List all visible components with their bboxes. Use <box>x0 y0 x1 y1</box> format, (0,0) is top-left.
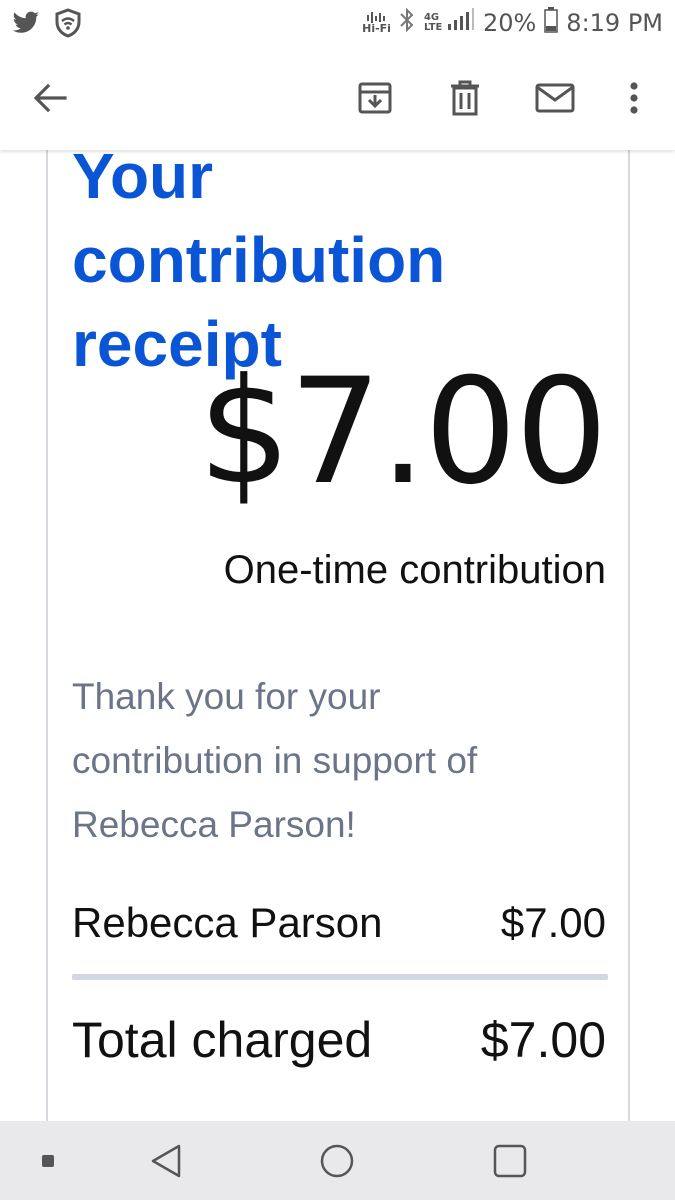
line-item-amount: $7.00 <box>500 899 606 946</box>
system-nav-bar <box>0 1121 675 1200</box>
mail-icon[interactable] <box>531 74 579 122</box>
battery-icon <box>544 7 559 38</box>
contribution-amount: $7.00 <box>198 347 608 517</box>
contribution-type: One-time contribution <box>223 548 606 592</box>
receipt-card: Your contribution receipt $7.00 One-time… <box>46 150 630 1121</box>
more-vert-icon[interactable] <box>610 74 658 122</box>
home-circle-icon[interactable] <box>311 1135 363 1187</box>
back-arrow-icon[interactable] <box>26 74 74 122</box>
status-bar: Hi-Fi 4G LTE 20% 8:19 PM <box>0 0 675 46</box>
back-triangle-icon[interactable] <box>140 1135 192 1187</box>
delete-icon[interactable] <box>441 74 489 122</box>
hifi-indicator: Hi-Fi <box>362 11 391 34</box>
email-body[interactable]: Your contribution receipt $7.00 One-time… <box>0 150 675 1121</box>
network-type-icon: 4G LTE <box>423 11 443 33</box>
line-item-name: Rebecca Parson <box>72 899 383 946</box>
hifi-label: Hi-Fi <box>362 22 391 35</box>
divider <box>72 974 608 980</box>
thanks-message: Thank you for your contribution in suppo… <box>72 676 478 845</box>
bluetooth-icon <box>399 6 415 39</box>
shield-wifi-icon <box>54 8 82 43</box>
email-toolbar <box>0 46 675 150</box>
total-amount: $7.00 <box>480 1012 606 1068</box>
signal-icon <box>447 8 475 37</box>
total-row: Total charged $7.00 <box>72 994 606 1086</box>
twitter-icon <box>12 11 40 40</box>
line-item-row: Rebecca Parson $7.00 <box>72 888 606 958</box>
archive-icon[interactable] <box>351 74 399 122</box>
clock: 8:19 PM <box>566 8 663 37</box>
total-label: Total charged <box>72 1012 373 1068</box>
recents-square-icon[interactable] <box>484 1135 536 1187</box>
battery-percent: 20% <box>482 8 537 37</box>
network-label: 4G LTE <box>423 11 443 33</box>
small-square-icon[interactable] <box>22 1135 74 1187</box>
